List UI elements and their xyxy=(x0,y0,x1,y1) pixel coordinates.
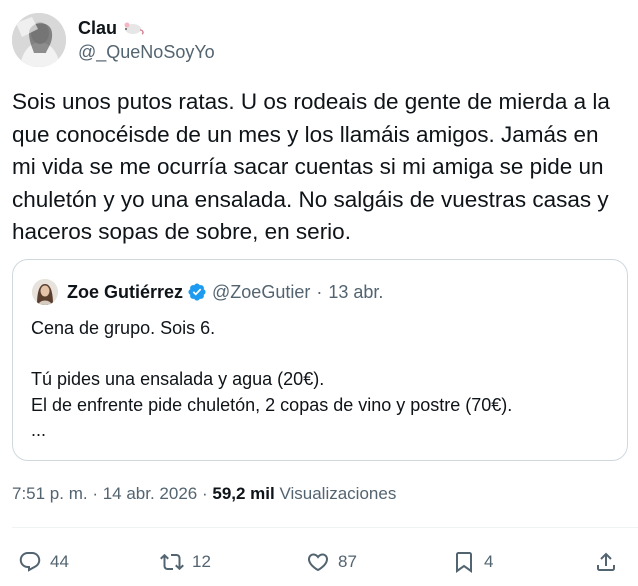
bookmark-icon xyxy=(452,550,476,574)
tweet-meta: 7:51 p. m. · 14 abr. 2026 · 59,2 mil Vis… xyxy=(12,484,396,504)
quoted-display-name: Zoe Gutiérrez xyxy=(67,281,184,302)
retweet-count: 12 xyxy=(192,552,211,571)
quoted-avatar xyxy=(32,279,58,305)
author-display-name[interactable]: Clau xyxy=(78,17,117,39)
tweet-header: Clau @_QueNoSoyYo xyxy=(12,12,215,68)
divider xyxy=(12,527,638,528)
verified-badge-icon xyxy=(187,282,207,302)
author-handle[interactable]: @_QueNoSoyYo xyxy=(78,41,215,63)
like-count: 87 xyxy=(338,552,357,571)
quoted-date[interactable]: 13 abr. xyxy=(328,282,383,303)
quoted-line xyxy=(31,342,611,368)
action-bar: 44 12 87 4 xyxy=(12,544,628,580)
quoted-line: Cena de grupo. Sois 6. xyxy=(31,318,216,338)
quoted-line: El de enfrente pide chuletón, 2 copas de… xyxy=(31,394,513,415)
retweet-icon xyxy=(160,550,184,574)
share-button[interactable] xyxy=(594,544,618,580)
quoted-tweet-text: Cena de grupo. Sois 6. Tú pides una ensa… xyxy=(31,316,611,444)
like-button[interactable]: 87 xyxy=(306,544,357,580)
bookmark-button[interactable]: 4 xyxy=(452,544,493,580)
views-label: Visualizaciones xyxy=(274,484,397,503)
mouse-emoji-icon xyxy=(123,21,145,35)
tweet-date[interactable]: 14 abr. 2026 xyxy=(103,484,198,504)
quoted-tweet-header: Zoe Gutiérrez @ZoeGutier · 13 abr. xyxy=(32,277,383,307)
bookmark-count: 4 xyxy=(484,552,494,571)
reply-button[interactable]: 44 xyxy=(18,544,69,580)
reply-icon xyxy=(18,550,42,574)
quoted-handle: @ZoeGutier xyxy=(212,281,311,302)
quoted-line: ... xyxy=(31,420,47,440)
heart-icon xyxy=(306,550,330,574)
retweet-button[interactable]: 12 xyxy=(160,544,211,580)
tweet-time[interactable]: 7:51 p. m. xyxy=(12,484,88,504)
meta-separator: · xyxy=(87,484,103,503)
quoted-line: Tú pides una ensalada y agua (20€). xyxy=(31,369,325,389)
reply-count: 44 xyxy=(50,552,69,571)
meta-separator: · xyxy=(197,484,213,503)
views-count: 59,2 mil xyxy=(212,484,275,503)
quoted-tweet[interactable]: Zoe Gutiérrez @ZoeGutier · 13 abr. Cena … xyxy=(12,259,628,461)
avatar[interactable] xyxy=(12,13,66,67)
tweet-text: Sois unos putos ratas. U os rodeais de g… xyxy=(12,89,617,244)
share-icon xyxy=(594,550,618,574)
quoted-separator: · xyxy=(316,281,323,302)
